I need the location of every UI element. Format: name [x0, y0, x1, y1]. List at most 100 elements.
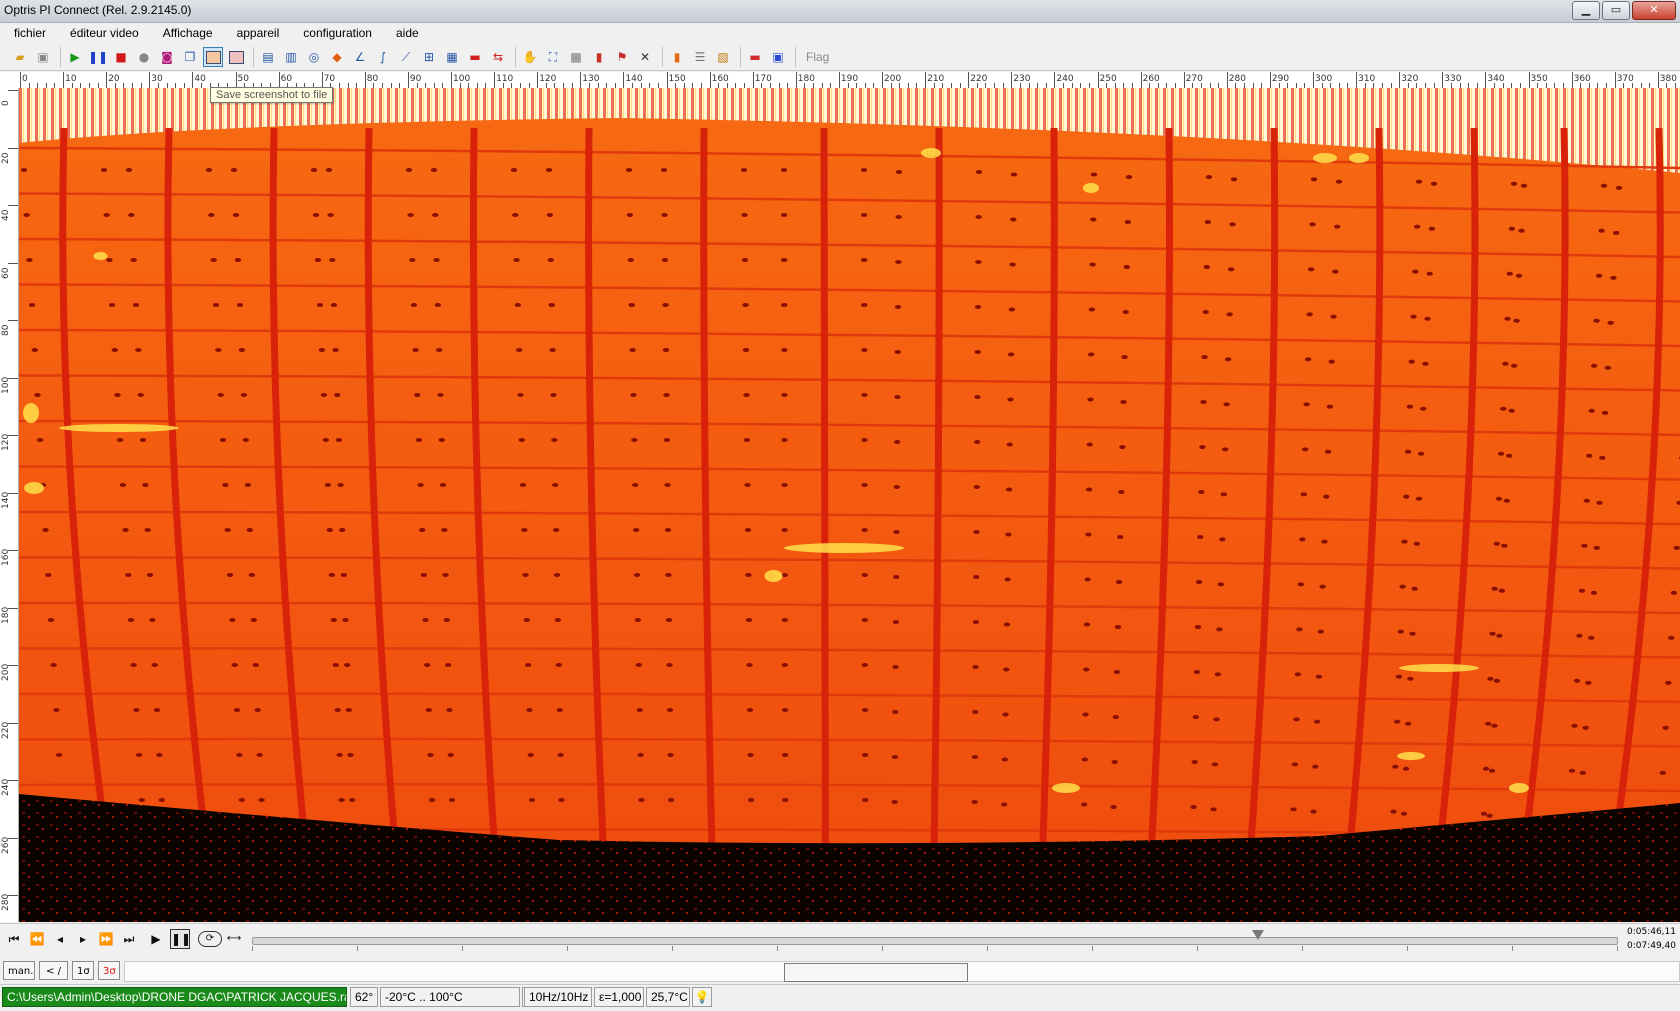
tools-icon[interactable]: ✕ [635, 47, 655, 67]
stripes-icon[interactable]: ▧ [713, 47, 733, 67]
copy-icon[interactable]: ❐ [180, 47, 200, 67]
skip-to-end-icon[interactable]: ⏭ [119, 929, 139, 949]
color-scale-icon[interactable]: ▮ [667, 47, 687, 67]
line-chart-icon[interactable]: ⟋ [396, 47, 416, 67]
playback-slider-track[interactable] [252, 937, 1618, 945]
hot-spot [1083, 183, 1099, 193]
bolt-dot [1489, 631, 1496, 636]
bolt-dot [1324, 449, 1332, 454]
ruler-y-label: 60 [1, 267, 11, 279]
ruler-tick [1269, 72, 1271, 88]
palette-icon[interactable]: ◆ [327, 47, 347, 67]
palette-bars-icon[interactable]: ▮ [589, 47, 609, 67]
bolt-dot [1503, 498, 1510, 503]
menu-configuration[interactable]: configuration [289, 23, 382, 43]
bolt-dot [860, 258, 868, 262]
title-bar: Optris PI Connect (Rel. 2.9.2145.0) ▁ ▭ … [0, 0, 1680, 23]
bolt-dot [1504, 316, 1511, 321]
bolt-dot [1293, 717, 1300, 722]
camera-icon[interactable]: ◎ [304, 47, 324, 67]
menu-fichier[interactable]: fichier [0, 23, 56, 43]
save-icon[interactable]: ▣ [33, 47, 53, 67]
thermal-image[interactable] [19, 88, 1680, 922]
sigma1-button[interactable]: 1σ [72, 961, 94, 980]
bolt-dot [973, 439, 981, 444]
loop-icon[interactable]: ⟳ [198, 931, 222, 947]
menu-affichage[interactable]: Affichage [149, 23, 223, 43]
zoom-fit-icon[interactable]: ⛶ [543, 47, 563, 67]
bolt-dot [151, 663, 158, 667]
step-forward-icon[interactable]: ▸ [73, 929, 93, 949]
export-image-icon[interactable] [226, 47, 246, 67]
hand-icon[interactable]: ✋ [520, 47, 540, 67]
save-screenshot-icon[interactable] [203, 47, 223, 67]
sigma3-button[interactable]: 3σ [98, 961, 120, 980]
scale-icon[interactable]: ☰ [690, 47, 710, 67]
flag-label[interactable]: Flag [806, 50, 829, 64]
prev-next-button[interactable]: < / > [39, 961, 68, 996]
hot-spot [1349, 153, 1369, 163]
fast-rewind-icon[interactable]: ⏪ [27, 929, 47, 949]
bolt-dot [217, 393, 224, 397]
bolt-dot [137, 393, 144, 397]
minimize-button[interactable]: ▁ [1572, 1, 1600, 20]
bolt-dot [441, 528, 448, 532]
bolt-dot [108, 303, 116, 307]
current-time: 0:05:46,11 [1626, 927, 1676, 937]
menu-appareil[interactable]: appareil [223, 23, 290, 43]
skip-to-start-icon[interactable]: ⏮ [4, 929, 24, 949]
area-icon[interactable]: ⊞ [419, 47, 439, 67]
trim-icon[interactable]: ⟷ [224, 929, 244, 949]
bolt-dot [1007, 352, 1015, 357]
bolt-dot [1400, 811, 1408, 816]
chart-icon[interactable]: ∫ [373, 47, 393, 67]
ruler-tick [1399, 72, 1401, 88]
colorbar-icon[interactable]: ▬ [465, 47, 485, 67]
bolt-dot [861, 618, 869, 622]
bolt-dot [895, 214, 902, 219]
histogram-icon[interactable]: ▥ [281, 47, 301, 67]
bolt-dot [1299, 537, 1306, 542]
open-file-icon[interactable]: ▰ [10, 47, 30, 67]
bolt-dot [1515, 273, 1523, 278]
manual-button[interactable]: man. [3, 961, 35, 980]
flags-icon[interactable]: ⚑ [612, 47, 632, 67]
stop-icon[interactable]: ■ [111, 47, 131, 67]
bolt-dot [975, 169, 983, 174]
maximize-button[interactable]: ▭ [1602, 1, 1630, 20]
bolt-dot [1227, 267, 1235, 272]
playback-slider-thumb[interactable] [1251, 930, 1264, 940]
graph-icon[interactable]: ∠ [350, 47, 370, 67]
close-button[interactable]: ✕ [1632, 1, 1676, 20]
bolt-dot [428, 798, 436, 802]
pause-icon[interactable]: ❚❚ [88, 47, 108, 67]
camera-snapshot-icon[interactable]: ◙ [157, 47, 177, 67]
play-icon[interactable]: ▶ [65, 47, 85, 67]
lightbulb-icon[interactable]: 💡 [692, 987, 712, 1007]
profile-icon[interactable]: ▤ [258, 47, 278, 67]
play-icon[interactable]: ▶ [146, 929, 166, 949]
bolt-dot [34, 393, 41, 397]
menu-editeur-video[interactable]: éditeur video [56, 23, 149, 43]
layout-red-icon[interactable]: ▬ [745, 47, 765, 67]
fast-forward-icon[interactable]: ⏩ [96, 929, 116, 949]
bolt-dot [337, 483, 344, 487]
horizontal-scrollbar[interactable] [784, 963, 968, 982]
record-icon[interactable]: ● [134, 47, 154, 67]
bolt-dot [1290, 807, 1297, 812]
layout-icon[interactable]: ▩ [566, 47, 586, 67]
grid-icon[interactable]: ▦ [442, 47, 462, 67]
bolt-dot [1087, 352, 1095, 357]
bolt-dot [314, 258, 322, 262]
bolt-dot [122, 528, 129, 532]
pause-icon[interactable]: ❚❚ [170, 929, 191, 949]
bolt-dot [664, 483, 671, 487]
hot-spot [1397, 752, 1425, 760]
measure-icon[interactable]: ⇆ [488, 47, 508, 67]
layout-blue-icon[interactable]: ▣ [768, 47, 788, 67]
menu-aide[interactable]: aide [382, 23, 429, 43]
bolt-dot [1119, 445, 1126, 450]
step-back-icon[interactable]: ◂ [50, 929, 70, 949]
bolt-dot [1413, 541, 1421, 546]
bolt-dot [1214, 672, 1222, 677]
